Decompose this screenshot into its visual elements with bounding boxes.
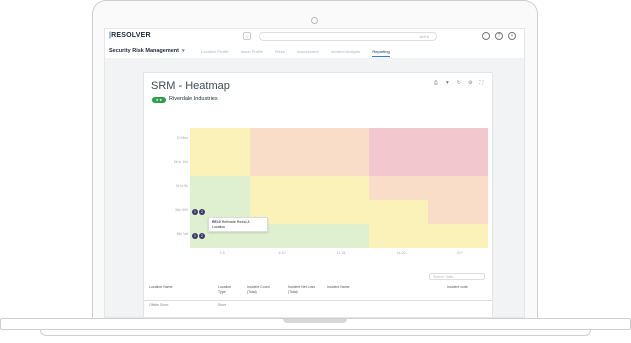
risk-marker[interactable]: 1 [192,209,198,215]
tooltip-subtext: Location [212,224,226,229]
heatmap-cell[interactable] [428,176,488,200]
heatmap-cell[interactable] [309,200,369,224]
help-icon[interactable]: ? [495,32,503,40]
laptop-foot [40,330,591,336]
col-label: 11-15 [336,251,346,255]
fullscreen-icon[interactable]: ⛶ [479,80,483,86]
column-header[interactable]: Incident Net Loss (Total) [288,285,318,294]
risk-marker[interactable]: 2 [199,209,205,215]
filter-icon[interactable]: ▼ [445,80,450,86]
settings-icon[interactable]: ⚙ [468,80,472,86]
tab-location-profile[interactable]: Location Profile [201,49,229,57]
heatmap-cell[interactable] [309,176,369,200]
column-header[interactable]: Incident Count (Total) [247,285,277,294]
app-switcher[interactable]: Security Risk Management ▾ [109,48,185,54]
tab-reporting[interactable]: Reporting [372,49,390,57]
nav-bar: Security Risk Management ▾ Location Profi… [105,45,524,59]
print-icon[interactable]: ⎙ [434,80,438,86]
page-title: SRM - Heatmap [151,80,230,92]
col-label: 1-5 [219,251,225,255]
row-label: 1k to 5k [175,184,188,188]
global-search-input[interactable]: ctrl+k [259,32,437,41]
status-badge: ● ● [152,97,166,103]
top-bar-icons: · ? • [482,32,516,40]
heatmap-cell[interactable] [190,152,250,176]
heatmap-cell[interactable] [309,152,369,176]
search-shortcut: ctrl+k [419,34,429,39]
laptop-notch [283,319,347,323]
risk-marker[interactable]: 1 [192,233,198,239]
heatmap-cell[interactable] [190,128,250,152]
row-label: Min Val [176,232,188,236]
risk-marker[interactable]: 2 [199,233,205,239]
table-cell[interactable]: Offsite Store [149,303,168,307]
apps-icon[interactable]: · [482,32,490,40]
report-card: SRM - Heatmap ● ● Riverdale Industries ⎙… [143,72,493,317]
row-label: Min 500 [175,208,188,212]
heatmap-cell[interactable] [368,200,429,224]
heatmap-cell[interactable] [368,128,429,152]
heatmap-cell[interactable] [249,176,310,200]
card-actions: ⎙ ▼ ↻ ⚙ ⛶ [434,80,483,86]
tooltip-text: Refinade Rwind & [221,220,250,224]
column-header[interactable]: Incident Name [327,285,350,290]
column-header[interactable]: Location Name [149,285,173,290]
tab-incident-analysis[interactable]: Incident Analysis [331,49,361,57]
heatmap-cell[interactable] [368,224,429,248]
tab-asset-profile[interactable]: Asset Profile [241,49,263,57]
heatmap-cell[interactable] [249,152,310,176]
user-icon[interactable]: • [508,32,516,40]
col-label: 21+ [457,251,463,255]
refresh-icon[interactable]: ↻ [457,80,461,86]
tooltip-code: RE10 [212,220,221,224]
heatmap-tooltip: RE10 Refinade Rwind & Location [208,217,268,232]
chevron-down-icon: ▾ [182,48,185,54]
workspace: SRM - Heatmap ● ● Riverdale Industries ⎙… [105,58,524,317]
table-header: Location Name Location Type Incident Cou… [144,284,492,301]
column-header[interactable]: Location Type [218,285,238,294]
row-label: 5k to 10k [173,160,188,164]
heatmap-cell[interactable] [428,200,488,224]
heatmap-cell[interactable] [309,224,369,248]
table-search-input[interactable]: Search Table... [429,273,485,280]
table-cell: Store [218,303,227,307]
heatmap-cell[interactable] [368,152,429,176]
heatmap-cell[interactable] [309,128,369,152]
heatmap-cell[interactable] [428,128,488,152]
laptop-base [0,318,631,338]
camera-icon [311,17,318,24]
row-label: 10 Max [176,136,188,140]
logo-text: RESOLVER [111,32,151,39]
heatmap-cell[interactable] [190,176,250,200]
nav-tabs: Location Profile Asset Profile Risks Ass… [201,49,390,57]
top-bar: |RESOLVER ‹ ctrl+k · ? • [105,29,524,46]
center-controls: ‹ [243,32,251,40]
app-name-label: Security Risk Management [109,48,179,54]
app-window: |RESOLVER ‹ ctrl+k · ? • Security Risk M… [104,28,525,318]
app-logo[interactable]: |RESOLVER [109,32,151,39]
column-header[interactable]: Incident code [447,285,468,290]
col-label: 6-10 [278,251,286,255]
heatmap-cell[interactable] [428,152,488,176]
tab-risks[interactable]: Risks [275,49,285,57]
col-label: 16-20 [396,251,406,255]
heatmap-cell[interactable] [428,224,488,248]
back-icon[interactable]: ‹ [243,32,251,40]
heatmap-cell[interactable] [249,128,310,152]
org-name: Riverdale Industries [169,96,218,102]
heatmap-cell[interactable] [368,176,429,200]
tab-assessment[interactable]: Assessment [297,49,319,57]
